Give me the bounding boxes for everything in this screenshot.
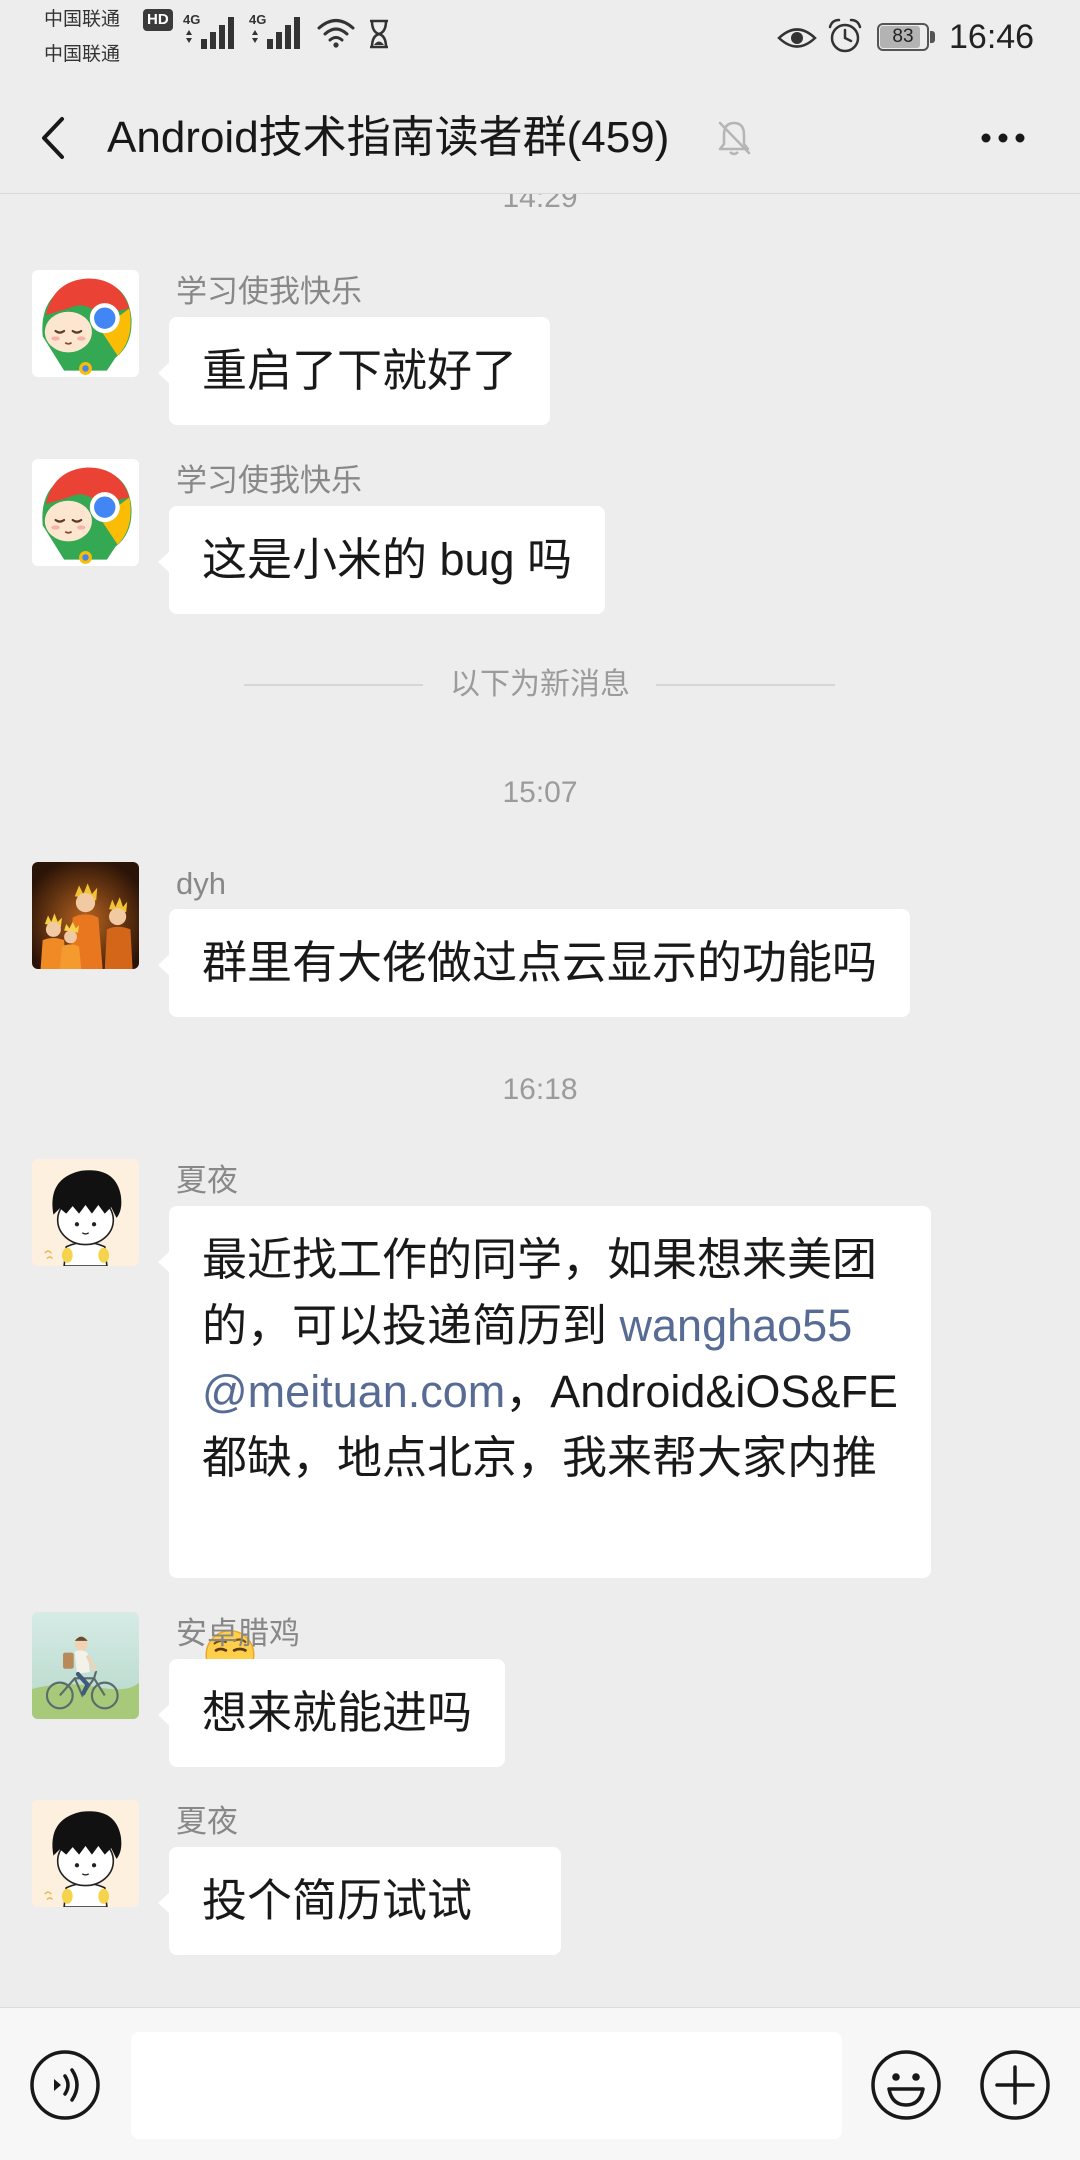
chat-message: 安卓腊鸡 想来就能进吗 [0,1612,1080,1767]
emoji-button[interactable] [870,2049,942,2121]
message-text: 这是小米的 bug 吗 [202,534,573,585]
message-text-line: @meituan.com，Android&iOS&FE [202,1359,898,1425]
eye-icon [777,28,817,48]
hd-badge: HD [143,9,173,31]
message-text-line: 投个简历试试 [202,1868,528,2056]
message-text: 群里有大佬做过点云显示的功能吗 [202,937,878,988]
plus-icon [980,2050,1050,2120]
email-link[interactable]: @meituan.com [202,1366,505,1417]
cyclist-avatar[interactable] [32,1612,139,1719]
smirk-emoji [202,1496,258,1681]
sender-name: 学习使我快乐 [176,463,362,498]
input-bar [0,2007,1080,2160]
signal-icon: 4G [183,13,239,51]
chrome-helmet-avatar[interactable] [32,459,139,566]
message-bubble[interactable]: 这是小米的 bug 吗 [157,506,606,614]
muted-bell-icon [718,121,751,156]
message-text: 想来就能进吗 [202,1687,473,1738]
sender-name: 夏夜 [176,1163,238,1198]
battery-level: 83 [892,26,914,47]
chat-message: 夏夜 最近找工作的同学，如果想来美团 的，可以投递简历到 wanghao55 @… [0,1159,1080,1681]
anime-group-avatar[interactable] [32,862,139,969]
message-text-line: 都缺，地点北京，我来帮大家内推 [202,1432,878,1483]
status-bar: 中国联通 中国联通 HD 4G 4G 83 16:46 [0,0,1080,82]
snail-emoji [472,1873,528,2056]
message-bubble[interactable]: 群里有大佬做过点云显示的功能吗 [157,909,911,1017]
message-text: ，Android&iOS&FE [505,1366,898,1417]
message-text-line [202,1491,898,1681]
message-bubble[interactable]: 想来就能进吗 [157,1659,506,1767]
chat-title: Android技术指南读者群(459) [107,113,670,162]
message-bubble[interactable]: 最近找工作的同学，如果想来美团 的，可以投递简历到 wanghao55 @mei… [158,1206,931,1681]
timestamp: 16:18 [502,1073,578,1106]
emoji-icon [871,2050,941,2120]
message-text-line: 最近找工作的同学，如果想来美团 [202,1234,878,1285]
cartoon-boy-avatar[interactable] [32,1159,139,1266]
battery-nub [930,31,935,43]
cartoon-boy-avatar[interactable] [32,1800,139,1907]
sender-name: 夏夜 [176,1804,238,1839]
sender-name: 学习使我快乐 [176,274,362,309]
voice-button[interactable] [29,2049,101,2121]
carrier-secondary: 中国联通 [44,44,121,65]
sender-name: dyh [176,866,226,901]
chat-message: 学习使我快乐 这是小米的 bug 吗 [0,459,1080,614]
email-link[interactable]: wanghao55 [620,1300,853,1351]
network-type-sim1: 4G [183,12,201,27]
message-bubble[interactable]: 投个简历试试 [157,1847,562,2056]
message-text: 投个简历试试 [202,1875,473,1926]
plus-button[interactable] [979,2049,1051,2121]
signal-icon: 4G [249,13,305,51]
message-text-line: 的，可以投递简历到 wanghao55 [202,1293,898,1359]
chat-header: Android技术指南读者群(459) [0,82,1080,194]
chat-message: dyh 群里有大佬做过点云显示的功能吗 [0,862,1080,1017]
sender-name: 安卓腊鸡 [176,1616,300,1651]
network-type-sim2: 4G [249,12,267,27]
message-input[interactable] [131,2032,842,2139]
new-messages-divider: 以下为新消息 [450,668,630,701]
voice-icon [30,2050,100,2120]
timestamp: 15:07 [502,776,578,809]
battery-icon: 83 [877,23,929,51]
message-text: 重启了下就好了 [202,345,518,396]
carrier-primary: 中国联通 [44,9,121,30]
more-dots-icon[interactable] [978,128,1030,148]
chat-message: 学习使我快乐 重启了下就好了 [0,270,1080,425]
back-arrow-icon[interactable] [38,115,68,161]
hourglass-icon [370,19,388,49]
message-bubble[interactable]: 重启了下就好了 [157,317,551,425]
chat-message: 夏夜 投个简历试试 [0,1800,1080,2056]
message-text: 的，可以投递简历到 [202,1300,620,1351]
chrome-helmet-avatar[interactable] [32,270,139,377]
wifi-icon [317,19,355,48]
alarm-icon [828,18,862,53]
divider-line-right [656,684,835,686]
status-time: 16:46 [949,18,1035,56]
